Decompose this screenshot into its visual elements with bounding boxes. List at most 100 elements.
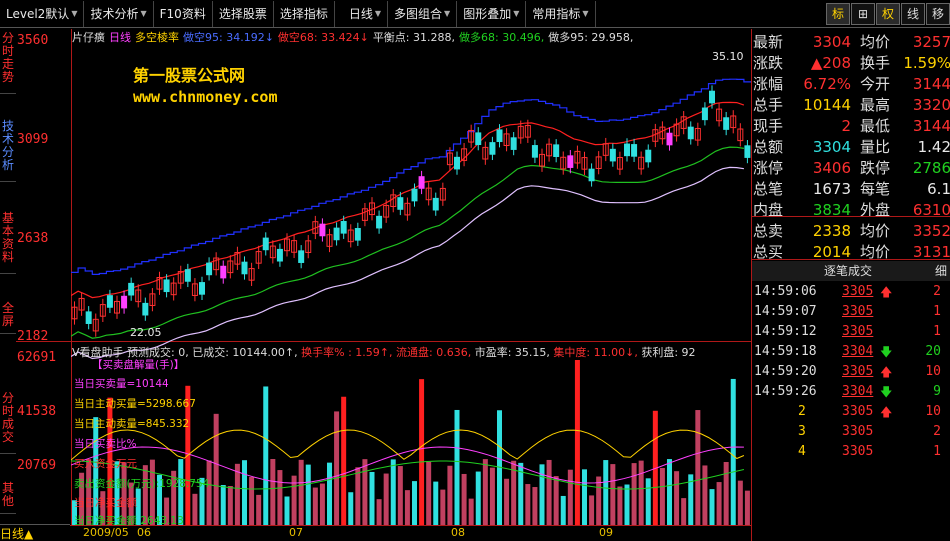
candle-body xyxy=(531,145,538,158)
candle-body xyxy=(85,311,92,324)
volume-bar xyxy=(263,386,269,525)
chevron-down-icon: ▼ xyxy=(513,8,520,18)
volume-bar xyxy=(525,484,531,525)
trade-price: 3305 xyxy=(842,304,874,319)
tab-line[interactable]: 线 xyxy=(901,3,925,25)
volume-bar xyxy=(433,481,439,525)
tab-grid[interactable]: ⊞ xyxy=(851,3,875,25)
candle-body xyxy=(496,129,503,143)
period-tab[interactable]: 日线▲ xyxy=(0,524,70,541)
side-tab-fullscreen[interactable]: 全屏 xyxy=(0,302,16,334)
trade-price: 3305 xyxy=(842,284,874,299)
volume-bar xyxy=(617,486,623,525)
trade-price: 3305 xyxy=(842,424,874,439)
menu-overlay[interactable]: 图形叠加 ▼ xyxy=(457,0,527,27)
volume-bar xyxy=(695,410,701,525)
volume-bar xyxy=(723,462,729,525)
volume-bar xyxy=(234,463,240,525)
candle-body xyxy=(397,197,404,210)
volume-bar xyxy=(397,466,403,525)
volume-bar xyxy=(567,469,573,525)
menu-period[interactable]: 日线 ▼ xyxy=(335,0,389,27)
volume-bar xyxy=(468,498,474,525)
side-tab-technical[interactable]: 技术分析 xyxy=(0,120,16,182)
quote-row: 涨停 3406 跌停 2786 xyxy=(752,157,950,179)
indicator-value: 平衡点: 31.288, xyxy=(372,31,456,44)
divider xyxy=(752,259,950,260)
trade-time: 4 xyxy=(798,444,806,459)
side-tab-other[interactable]: 其他 xyxy=(0,482,16,514)
quote-value: 1.42 xyxy=(917,138,950,156)
quote-label: 总手 xyxy=(753,96,784,114)
trade-price: 3305 xyxy=(842,404,874,419)
menu-common-indicators[interactable]: 常用指标 ▼ xyxy=(526,0,596,27)
quote-value: 3144 xyxy=(912,117,950,135)
volume-bar xyxy=(426,461,432,525)
chevron-down-icon: ▼ xyxy=(582,8,589,18)
menu-select-indicator[interactable]: 选择指标 xyxy=(274,0,335,27)
volume-bar xyxy=(249,476,255,525)
volume-bar xyxy=(213,413,219,525)
candle-body xyxy=(121,295,128,309)
lower-indicator-value: 集中度: 11.00↓, xyxy=(553,346,638,359)
trade-volume: 10 xyxy=(925,364,941,379)
candle-body xyxy=(333,227,340,241)
trade-volume: 2 xyxy=(933,424,941,439)
trade-time: 14:59:20 xyxy=(754,364,817,379)
volume-bar xyxy=(482,459,488,525)
quote-value: 6310 xyxy=(912,201,950,219)
trade-volume: 20 xyxy=(925,344,941,359)
volume-bar xyxy=(674,471,680,525)
trade-detail-toggle[interactable]: 细 xyxy=(935,261,947,281)
quote-row: 最新 3304 均价 3257 xyxy=(752,31,950,53)
candle-body xyxy=(510,137,517,150)
volume-bar xyxy=(319,483,325,525)
trade-price: 3304 xyxy=(842,344,874,359)
quote-value: 3320 xyxy=(912,96,950,114)
side-tab-timeshare[interactable]: 分时走势 xyxy=(0,32,16,94)
trade-price: 3305 xyxy=(842,444,874,459)
trade-row: 4 3305 1 xyxy=(752,442,950,462)
tab-move[interactable]: 移 xyxy=(926,3,950,25)
volume-bar xyxy=(638,460,644,525)
lower-indicator-value: 已成交: 10144.00↑, xyxy=(192,346,298,359)
quote-row: 内盘 3834 外盘 6310 xyxy=(752,199,950,221)
candle-body xyxy=(475,132,482,146)
candle-body xyxy=(319,223,326,237)
menu-f10[interactable]: F10资料 xyxy=(154,0,213,27)
date-axis-label: 07 xyxy=(289,526,303,539)
tab-mark[interactable]: 标 xyxy=(826,3,850,25)
divider xyxy=(752,216,950,217)
menu-select-indicator-label: 选择指标 xyxy=(279,6,328,21)
volume-bar xyxy=(305,464,311,525)
candle-body xyxy=(687,126,694,140)
menu-tech-analysis-label: 技术分析 xyxy=(90,6,139,21)
menu-multi-chart[interactable]: 多图组合 ▼ xyxy=(388,0,458,27)
quote-value: 1.59% xyxy=(903,54,950,72)
quote-label: 总额 xyxy=(753,138,784,156)
quote-row: 涨幅 6.72% 今开 3144 xyxy=(752,73,950,95)
tab-rights[interactable]: 权 xyxy=(876,3,900,25)
quote-row: 现手 2 最低 3144 xyxy=(752,115,950,137)
date-axis-label: 08 xyxy=(451,526,465,539)
indicator-name[interactable]: 多空棱率 xyxy=(135,31,179,44)
menu-select-stock[interactable]: 选择股票 xyxy=(213,0,274,27)
band-low-line xyxy=(71,146,744,339)
candle-body xyxy=(220,265,227,279)
trade-time: 3 xyxy=(798,424,806,439)
volume-bar xyxy=(730,378,736,525)
side-tab-fundamental[interactable]: 基本资料 xyxy=(0,212,16,274)
menu-tech-analysis[interactable]: 技术分析 ▼ xyxy=(84,0,154,27)
menu-level2[interactable]: Level2默认 ▼ xyxy=(0,0,85,27)
volume-bar xyxy=(312,487,318,525)
volume-bar xyxy=(596,476,602,525)
candle-body xyxy=(276,248,283,262)
quote-label: 总卖 xyxy=(753,222,784,240)
quote-panel: 最新 3304 均价 3257 涨跌 ▲208 换手 1.59% 涨幅 6.72% 今开 3144 总手… xyxy=(751,29,950,541)
quote-label: 今开 xyxy=(860,75,891,93)
candle-body xyxy=(184,269,191,282)
trade-row: 14:59:20 3305 🡅 10 xyxy=(752,362,950,382)
quote-row: 总卖 2338 均价 3352 xyxy=(752,220,950,242)
quote-value: 10144 xyxy=(803,96,851,114)
side-tab-ticks[interactable]: 分时成交 xyxy=(0,392,16,454)
